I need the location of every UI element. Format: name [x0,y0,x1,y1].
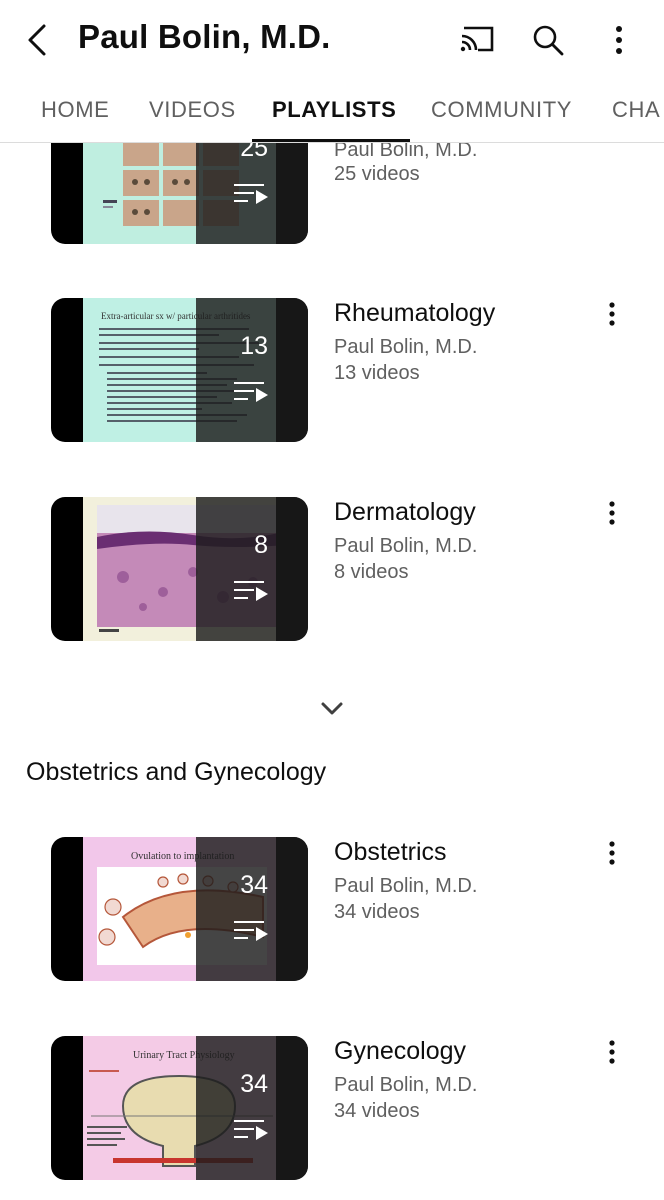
playlist-overlay [196,497,308,641]
playlist-overlay [196,837,308,981]
playlist-count: 25 videos [334,163,420,185]
playlist-count: 13 videos [334,362,420,384]
playlist-thumbnail[interactable]: Extra-articular sx w/ particular arthrit… [51,298,308,442]
playlist-thumbnail[interactable]: 8 [51,497,308,641]
chevron-down-icon[interactable] [316,694,348,722]
playlist-item[interactable]: Urinary Tract Physiology 34 Gynecology P… [0,1034,664,1184]
top-app-bar: Paul Bolin, M.D. [0,0,664,80]
more-vertical-icon[interactable] [600,499,624,529]
playlist-author: Paul Bolin, M.D. [334,336,478,358]
playlist-count: 34 videos [334,901,420,923]
playlist-count: 8 videos [334,561,409,583]
active-tab-indicator [252,139,410,142]
tab-home[interactable]: HOME [41,97,109,123]
section-title: Obstetrics and Gynecology [26,758,327,786]
channel-title: Paul Bolin, M.D. [78,18,331,55]
playlist-video-count-badge: 34 [240,871,268,899]
playlist-title[interactable]: Rheumatology [334,299,495,328]
playlist-author: Paul Bolin, M.D. [334,1074,478,1096]
chevron-left-icon[interactable] [22,20,58,60]
tab-videos[interactable]: VIDEOS [149,97,236,123]
playlist-item[interactable]: Extra-articular sx w/ particular arthrit… [0,296,664,446]
playlist-overlay [196,1036,308,1180]
playlist-author: Paul Bolin, M.D. [334,875,478,897]
playlist-icon [234,921,268,941]
playlist-icon [234,184,268,204]
playlist-title[interactable]: Gynecology [334,1037,466,1066]
playlist-video-count-badge: 34 [240,1070,268,1098]
playlist-item[interactable]: Ovulation to implantation 34 Obstetrics … [0,835,664,985]
tab-community[interactable]: COMMUNITY [431,97,572,123]
tab-channels[interactable]: CHA [612,97,660,123]
playlist-icon [234,1120,268,1140]
playlist-count: 34 videos [334,1100,420,1122]
playlist-thumbnail[interactable]: Urinary Tract Physiology 34 [51,1036,308,1180]
playlist-video-count-badge: 8 [254,531,268,559]
playlist-icon [234,581,268,601]
playlist-item[interactable]: 8 Dermatology Paul Bolin, M.D. 8 videos [0,495,664,645]
channel-tabs: HOME VIDEOS PLAYLISTS COMMUNITY CHA [0,80,664,143]
more-vertical-icon[interactable] [600,839,624,869]
playlist-video-count-badge: 13 [240,332,268,360]
more-vertical-icon[interactable] [600,1038,624,1068]
playlist-icon [234,382,268,402]
playlist-title[interactable]: Dermatology [334,498,476,527]
playlist-author: Paul Bolin, M.D. [334,535,478,557]
playlist-thumbnail[interactable]: Ovulation to implantation 34 [51,837,308,981]
playlist-overlay [196,298,308,442]
tab-playlists[interactable]: PLAYLISTS [272,97,396,123]
cast-icon[interactable] [458,22,498,56]
more-vertical-icon[interactable] [604,22,634,58]
more-vertical-icon[interactable] [600,300,624,330]
search-icon[interactable] [530,22,566,58]
playlist-title[interactable]: Obstetrics [334,838,447,867]
